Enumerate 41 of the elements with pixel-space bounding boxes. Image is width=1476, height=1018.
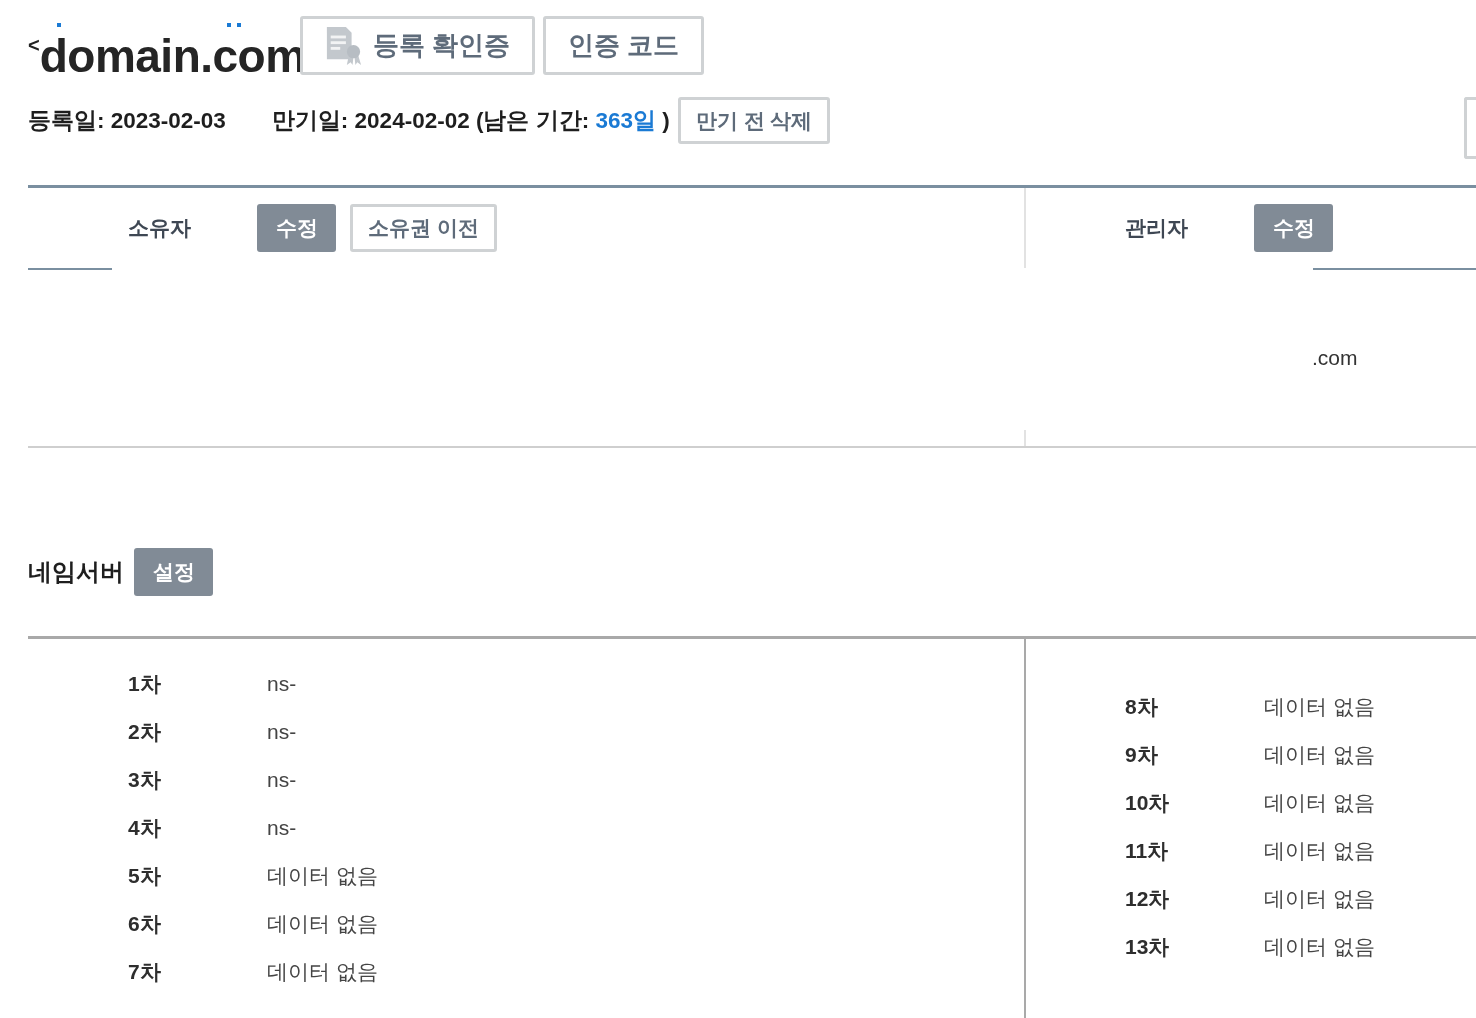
nameserver-label: 6차	[128, 911, 162, 937]
edit-button[interactable]: 수정	[257, 204, 336, 252]
nameserver-value: 데이터 없음	[1264, 838, 1375, 864]
nameserver-value: ns-	[267, 816, 297, 840]
nameserver-label: 1차	[128, 671, 162, 697]
certificate-button[interactable]: 등록 확인증	[299, 16, 535, 75]
nameserver-value: 데이터 없음	[1264, 694, 1375, 720]
auth-code-button[interactable]: 인증 코드	[542, 16, 705, 75]
nameserver-value: 데이터 없음	[1264, 742, 1375, 768]
nameserver-value: ns-	[267, 672, 297, 696]
nameserver-value: 데이터 없음	[1264, 934, 1375, 960]
nameserver-value: 데이터 없음	[267, 911, 378, 937]
nameserver-value: ns-	[267, 720, 297, 744]
transfer-button[interactable]: 소유권 이전	[350, 204, 497, 252]
nameserver-label: 12차	[1125, 886, 1171, 912]
nameserver-label: 7차	[128, 959, 162, 985]
edit-button[interactable]: 수정	[1254, 204, 1333, 252]
nameserver-label: 11차	[1125, 838, 1170, 864]
contact-value: .com	[1312, 346, 1358, 370]
nameserver-value: 데이터 없음	[1264, 790, 1375, 816]
nameserver-label: 13차	[1125, 934, 1171, 960]
cut-off-button[interactable]	[1464, 97, 1476, 159]
delete-before-expiry-button[interactable]: 만기 전 삭제	[677, 97, 831, 144]
nameserver-label: 3차	[128, 767, 162, 793]
expiry-date: 만기일: 2024-02-02 (남은 기간: 363일 )	[271, 107, 670, 135]
settings-button[interactable]: 설정	[134, 548, 213, 596]
nameserver-label: 8차	[1125, 694, 1159, 720]
nameserver-label: 9차	[1125, 742, 1159, 768]
nameserver-label: 5차	[128, 863, 162, 889]
contact-label: 관리자	[1125, 215, 1189, 241]
registration-date: 등록일: 2023-02-03	[28, 107, 226, 135]
nameserver-label: 2차	[128, 719, 162, 745]
nameserver-value: ns-	[267, 768, 297, 792]
nameserver-label: 10차	[1125, 790, 1171, 816]
nameserver-label: 4차	[128, 815, 162, 841]
nameserver-value: 데이터 없음	[267, 959, 378, 985]
angle-bracket: <	[28, 35, 40, 55]
nameserver-value: 데이터 없음	[267, 863, 378, 889]
contact-label: 소유자	[128, 215, 192, 241]
nameserver-value: 데이터 없음	[1264, 886, 1375, 912]
nameserver-title: 네임서버	[28, 557, 124, 587]
